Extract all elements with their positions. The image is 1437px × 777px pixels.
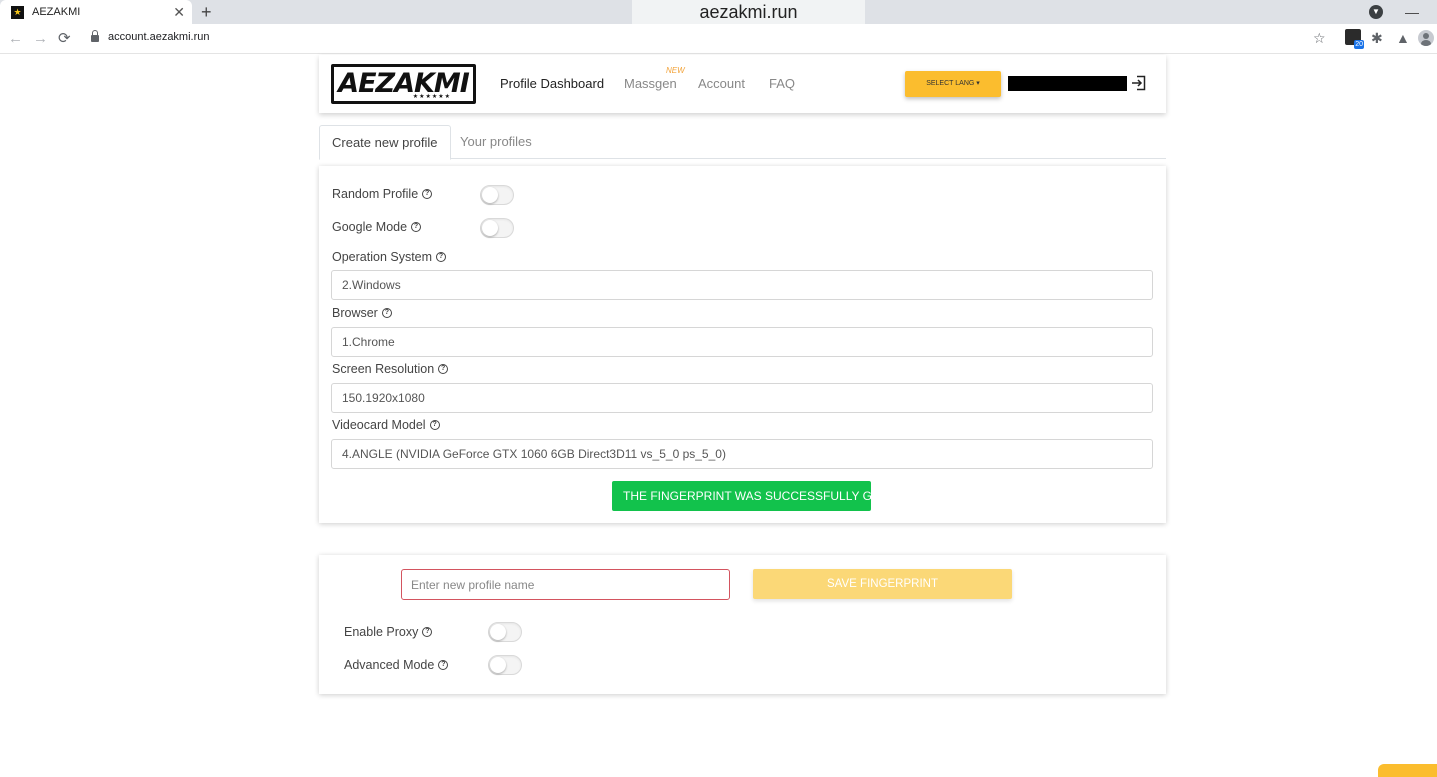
tab-your-profiles[interactable]: Your profiles — [448, 125, 544, 159]
avatar[interactable] — [1418, 30, 1434, 46]
help-icon[interactable]: ? — [438, 364, 449, 374]
advanced-mode-label: Advanced Mode? — [344, 658, 449, 672]
nav-massgen[interactable]: Massgen — [624, 76, 677, 91]
site-logo[interactable]: AEZAKMI ★★★★★★ — [331, 64, 476, 104]
browser-tab-strip: ★ AEZAKMI ✕ + aezakmi.run ▼ — — [0, 0, 1437, 24]
save-fingerprint-panel: SAVE FINGERPRINT Enable Proxy? Advanced … — [319, 555, 1166, 694]
help-icon[interactable]: ? — [411, 222, 422, 232]
new-tab-button[interactable]: + — [201, 1, 212, 23]
site-favicon-icon: ★ — [11, 5, 24, 19]
redacted-user-email — [1008, 76, 1127, 91]
save-fingerprint-button[interactable]: SAVE FINGERPRINT — [753, 569, 1012, 599]
logout-icon[interactable] — [1131, 75, 1146, 91]
lock-icon[interactable] — [91, 30, 99, 43]
help-icon[interactable]: ? — [429, 420, 440, 430]
nav-profile-dashboard[interactable]: Profile Dashboard — [500, 76, 604, 91]
browser-toolbar: ← → ⟳ account.aezakmi.run ☆ 20 ✱ ▲ — [0, 24, 1437, 54]
help-icon[interactable]: ? — [438, 660, 449, 670]
browser-select[interactable]: 1.Chrome — [331, 327, 1153, 357]
advanced-mode-text: Advanced Mode — [344, 658, 435, 672]
random-profile-toggle[interactable] — [480, 185, 514, 205]
help-icon[interactable]: ? — [381, 308, 392, 318]
profile-name-input[interactable] — [401, 569, 730, 600]
page-content: AEZAKMI ★★★★★★ Profile Dashboard Massgen… — [0, 55, 1437, 777]
screen-resolution-select[interactable]: 150.1920x1080 — [331, 383, 1153, 413]
tab-create-new-profile[interactable]: Create new profile — [319, 125, 451, 160]
google-mode-text: Google Mode — [332, 220, 408, 234]
reload-icon[interactable]: ⟳ — [58, 29, 71, 49]
fingerprint-success-button[interactable]: THE FINGERPRINT WAS SUCCESSFULLY GENERAT… — [612, 481, 871, 511]
profile-tabs: Create new profile Your profiles — [319, 125, 1166, 160]
extension-icon[interactable]: 20 — [1345, 29, 1364, 49]
browser-tab[interactable]: ★ AEZAKMI ✕ — [0, 0, 192, 24]
window-title: aezakmi.run — [632, 0, 865, 24]
enable-proxy-label: Enable Proxy? — [344, 625, 433, 639]
random-profile-label: Random Profile? — [332, 187, 433, 201]
enable-proxy-text: Enable Proxy — [344, 625, 419, 639]
help-icon[interactable]: ? — [422, 189, 433, 199]
screen-resolution-text: Screen Resolution — [332, 362, 435, 376]
forward-arrow-icon[interactable]: → — [33, 29, 48, 49]
extension-badge-count: 20 — [1354, 40, 1364, 49]
screen-resolution-label: Screen Resolution? — [332, 362, 449, 376]
site-header: AEZAKMI ★★★★★★ Profile Dashboard Massgen… — [319, 55, 1166, 113]
videocard-model-label: Videocard Model? — [332, 418, 440, 432]
browser-tab-title: AEZAKMI — [32, 6, 81, 18]
back-arrow-icon[interactable]: ← — [8, 29, 23, 49]
lab-flask-icon[interactable]: ▲ — [1396, 29, 1410, 47]
nav-account[interactable]: Account — [698, 76, 745, 91]
new-badge: NEW — [666, 66, 685, 75]
help-icon[interactable]: ? — [436, 252, 447, 262]
operation-system-text: Operation System — [332, 250, 433, 264]
chat-widget-button[interactable] — [1378, 764, 1437, 777]
enable-proxy-toggle[interactable] — [488, 622, 522, 642]
google-mode-label: Google Mode? — [332, 220, 422, 234]
puzzle-extensions-icon[interactable]: ✱ — [1371, 29, 1383, 47]
advanced-mode-toggle[interactable] — [488, 655, 522, 675]
tab-search-icon[interactable]: ▼ — [1369, 5, 1383, 19]
google-mode-toggle[interactable] — [480, 218, 514, 238]
random-profile-text: Random Profile — [332, 187, 419, 201]
browser-label: Browser? — [332, 306, 392, 320]
videocard-model-select[interactable]: 4.ANGLE (NVIDIA GeForce GTX 1060 6GB Dir… — [331, 439, 1153, 469]
address-bar[interactable]: account.aezakmi.run — [108, 31, 210, 43]
logo-stars: ★★★★★★ — [412, 94, 451, 100]
minimize-icon[interactable]: — — [1405, 3, 1419, 21]
bookmark-star-icon[interactable]: ☆ — [1313, 29, 1326, 47]
operation-system-label: Operation System? — [332, 250, 447, 264]
operation-system-select[interactable]: 2.Windows — [331, 270, 1153, 300]
videocard-model-text: Videocard Model — [332, 418, 426, 432]
fingerprint-form: Random Profile? Google Mode? Operation S… — [319, 166, 1166, 523]
select-lang-button[interactable]: SELECT LANG ▾ — [905, 71, 1001, 97]
help-icon[interactable]: ? — [422, 627, 433, 637]
close-tab-icon[interactable]: ✕ — [173, 4, 185, 20]
nav-faq[interactable]: FAQ — [769, 76, 795, 91]
browser-text: Browser — [332, 306, 378, 320]
